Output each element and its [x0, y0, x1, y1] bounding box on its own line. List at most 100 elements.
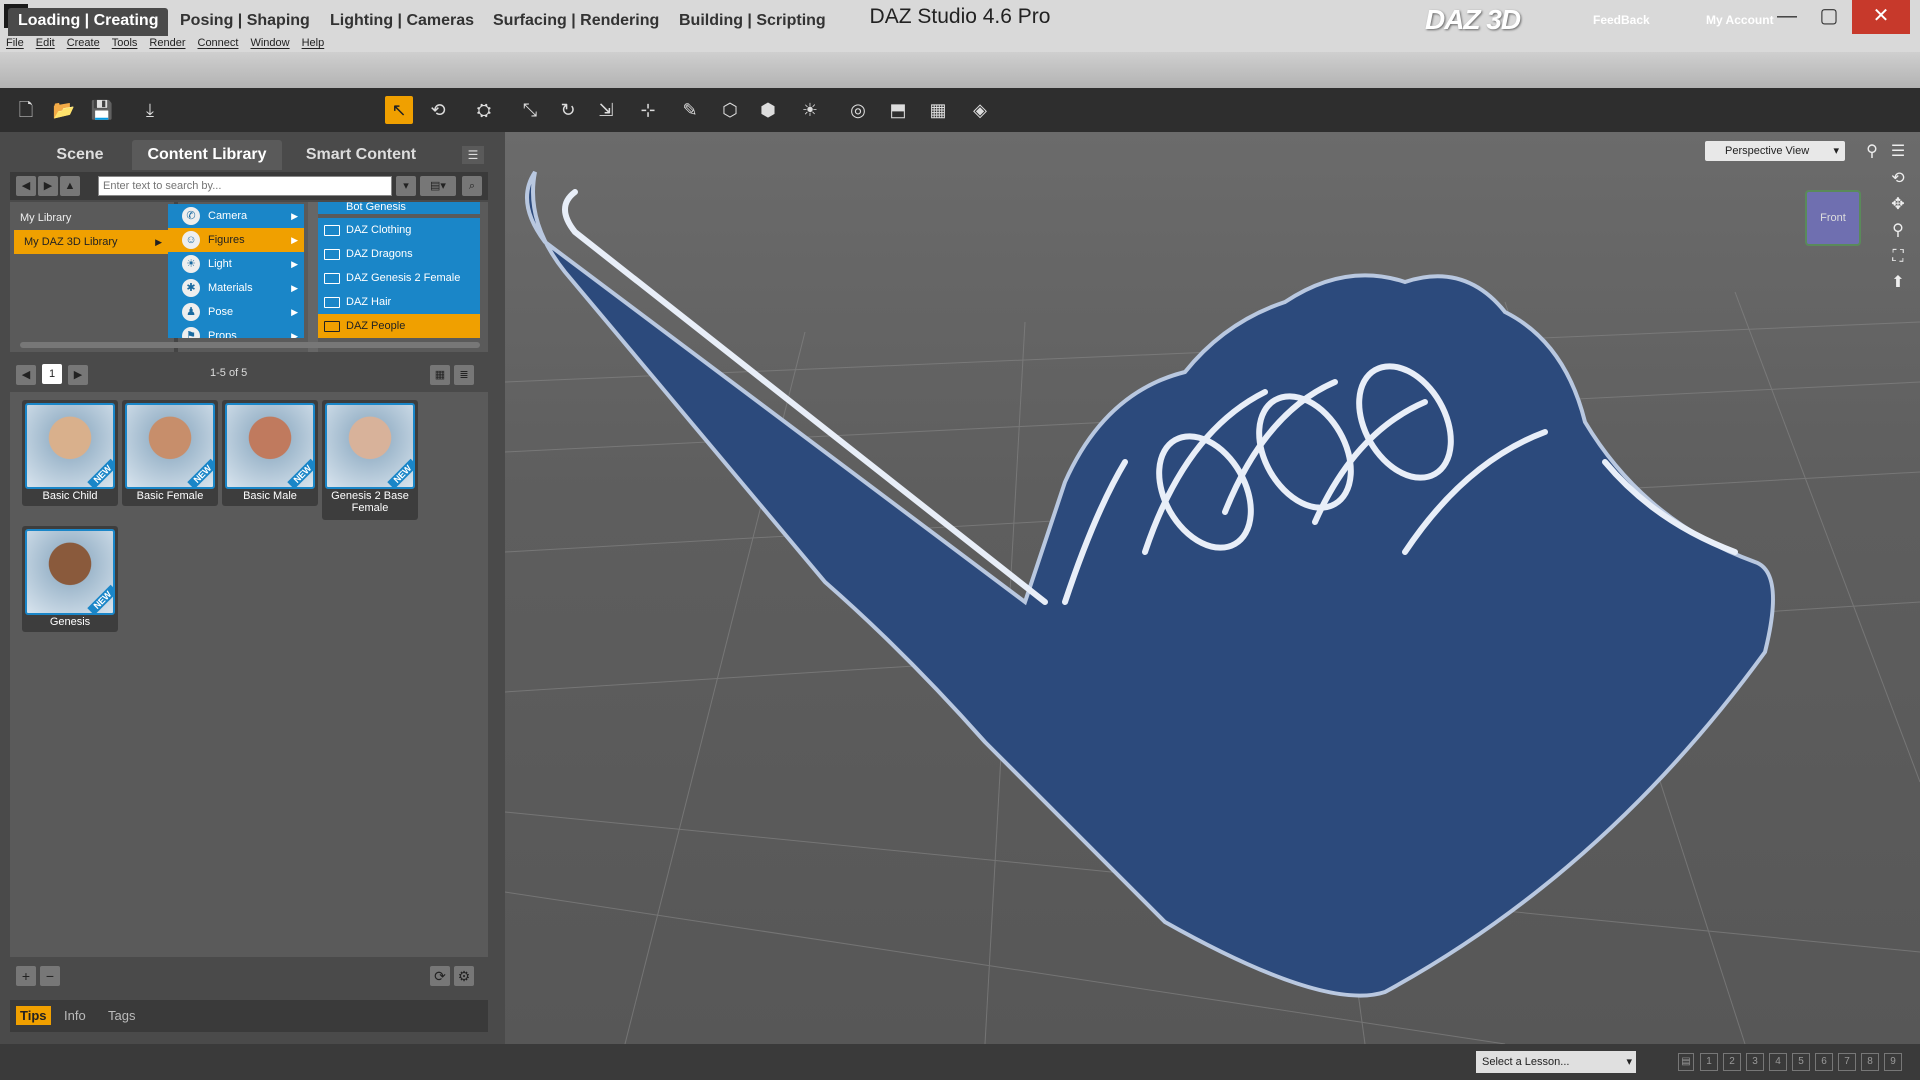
camera-options-icon[interactable]: ⚲ — [1860, 141, 1884, 163]
new-file-icon[interactable]: 🗋 — [12, 96, 40, 124]
remove-icon[interactable]: − — [40, 966, 60, 986]
scale-tool-icon[interactable]: ⇲ — [592, 96, 620, 124]
content-item-thumbnail[interactable]: NEW Genesis 2 Base Female — [322, 400, 418, 520]
list-view-icon[interactable]: ≣ — [454, 365, 474, 385]
settings-icon[interactable]: ⚙ — [454, 966, 474, 986]
category-figures[interactable]: ☺ Figures ▶ — [168, 228, 304, 252]
rotate-tool-icon[interactable]: ↻ — [554, 96, 582, 124]
region-icon[interactable]: ▦ — [924, 96, 952, 124]
content-item-thumbnail[interactable]: NEW Basic Female — [122, 400, 218, 506]
geometry-tool-icon[interactable]: ⬡ — [716, 96, 744, 124]
my-account-link[interactable]: My Account — [1706, 13, 1774, 27]
morph-tool-icon[interactable]: ✎ — [676, 96, 704, 124]
menu-file[interactable]: File — [6, 37, 24, 49]
menu-window[interactable]: Window — [250, 37, 289, 49]
close-button[interactable]: ✕ — [1852, 0, 1910, 34]
lesson-step[interactable]: 5 — [1792, 1053, 1810, 1071]
folder-item[interactable]: DAZ Genesis 2 Female — [318, 266, 480, 290]
add-icon[interactable]: + — [16, 966, 36, 986]
lesson-step[interactable]: 4 — [1769, 1053, 1787, 1071]
next-page-icon[interactable]: ▶ — [68, 365, 88, 385]
joint-editor-icon[interactable]: ⊹ — [634, 96, 662, 124]
save-file-icon[interactable]: 💾 — [88, 96, 116, 124]
horizontal-scrollbar[interactable] — [20, 342, 480, 348]
up-icon[interactable]: ▲ — [60, 176, 80, 196]
select-tool-icon[interactable]: ↖ — [385, 96, 413, 124]
open-file-icon[interactable]: 📂 — [50, 96, 78, 124]
tab-info[interactable]: Info — [60, 1006, 90, 1025]
menu-help[interactable]: Help — [302, 37, 325, 49]
viewport-3d[interactable] — [505, 132, 1920, 1044]
back-icon[interactable]: ◀ — [16, 176, 36, 196]
maximize-button[interactable]: ▢ — [1808, 0, 1850, 34]
pane-splitter[interactable] — [498, 132, 505, 1044]
content-item-thumbnail[interactable]: NEW Basic Child — [22, 400, 118, 506]
camera-icon[interactable]: ◎ — [844, 96, 872, 124]
feedback-link[interactable]: FeedBack — [1593, 13, 1650, 27]
pane-options-icon[interactable]: ☰ — [462, 146, 484, 164]
search-input[interactable] — [98, 176, 392, 196]
folder-item[interactable]: Bot Genesis — [318, 202, 480, 214]
tab-lighting-cameras[interactable]: Lighting | Cameras — [320, 8, 484, 36]
tab-scene[interactable]: Scene — [30, 140, 130, 170]
refresh-icon[interactable]: ⟳ — [430, 966, 450, 986]
render-icon[interactable]: ◈ — [966, 96, 994, 124]
lesson-step[interactable]: 9 — [1884, 1053, 1902, 1071]
folder-item[interactable]: DAZ Clothing — [318, 218, 480, 242]
search-icon[interactable]: ⌕ — [462, 176, 482, 196]
lesson-step[interactable]: 8 — [1861, 1053, 1879, 1071]
category-pose[interactable]: ♟ Pose ▶ — [168, 300, 304, 324]
node-select-icon[interactable]: ⟲ — [424, 96, 452, 124]
lesson-list-icon[interactable]: ▤ — [1678, 1053, 1694, 1071]
lesson-select[interactable]: Select a Lesson... ▾ — [1476, 1051, 1636, 1073]
tab-content-library[interactable]: Content Library — [132, 140, 282, 170]
viewport-menu-icon[interactable]: ☰ — [1886, 141, 1910, 163]
category-scrollbar[interactable] — [308, 202, 318, 352]
library-my-library[interactable]: My Library — [10, 206, 168, 230]
content-item-thumbnail[interactable]: NEW Genesis — [22, 526, 118, 632]
tab-posing-shaping[interactable]: Posing | Shaping — [170, 8, 320, 36]
folder-item[interactable]: DAZ People — [318, 314, 480, 338]
pan-icon[interactable]: ✥ — [1886, 194, 1910, 216]
lesson-step[interactable]: 7 — [1838, 1053, 1856, 1071]
zoom-icon[interactable]: ⚲ — [1886, 220, 1910, 242]
tab-tips[interactable]: Tips — [16, 1006, 51, 1025]
lesson-step[interactable]: 6 — [1815, 1053, 1833, 1071]
category-light[interactable]: ☀ Light ▶ — [168, 252, 304, 276]
tab-loading-creating[interactable]: Loading | Creating — [8, 8, 169, 36]
menu-render[interactable]: Render — [149, 37, 185, 49]
universal-tool-icon[interactable]: ⛭ — [470, 96, 498, 124]
translate-tool-icon[interactable]: ⤡ — [516, 96, 544, 124]
page-number[interactable]: 1 — [42, 364, 62, 384]
view-cube[interactable]: Front — [1805, 190, 1861, 246]
orbit-icon[interactable]: ⟲ — [1886, 168, 1910, 190]
icon-view-icon[interactable]: ▦ — [430, 365, 450, 385]
import-icon[interactable]: ⤓ — [136, 96, 164, 124]
foam-hand-model[interactable] — [525, 170, 1775, 998]
lesson-step[interactable]: 3 — [1746, 1053, 1764, 1071]
tab-smart-content[interactable]: Smart Content — [296, 140, 426, 170]
search-dropdown-icon[interactable]: ▾ — [396, 176, 416, 196]
library-my-daz3d-library[interactable]: My DAZ 3D Library ▶ — [14, 230, 168, 254]
view-selector[interactable]: Perspective View ▾ — [1705, 141, 1845, 161]
category-camera[interactable]: ✆ Camera ▶ — [168, 204, 304, 228]
surface-tool-icon[interactable]: ⬢ — [754, 96, 782, 124]
menu-create[interactable]: Create — [67, 37, 100, 49]
tab-tags[interactable]: Tags — [104, 1006, 139, 1025]
reset-view-icon[interactable]: ⬆ — [1886, 272, 1910, 294]
frame-icon[interactable]: ⛶ — [1886, 246, 1910, 268]
menu-tools[interactable]: Tools — [112, 37, 138, 49]
menu-connect[interactable]: Connect — [198, 37, 239, 49]
forward-icon[interactable]: ▶ — [38, 176, 58, 196]
category-materials[interactable]: ✱ Materials ▶ — [168, 276, 304, 300]
tab-building-scripting[interactable]: Building | Scripting — [669, 8, 836, 36]
category-props[interactable]: ⚑ Props ▶ — [168, 324, 304, 338]
scene-icon[interactable]: ⬒ — [884, 96, 912, 124]
folder-item[interactable]: DAZ Dragons — [318, 242, 480, 266]
lesson-step[interactable]: 2 — [1723, 1053, 1741, 1071]
folder-item[interactable]: DAZ Hair — [318, 290, 480, 314]
menu-edit[interactable]: Edit — [36, 37, 55, 49]
light-icon[interactable]: ☀ — [796, 96, 824, 124]
content-item-thumbnail[interactable]: NEW Basic Male — [222, 400, 318, 506]
prev-page-icon[interactable]: ◀ — [16, 365, 36, 385]
